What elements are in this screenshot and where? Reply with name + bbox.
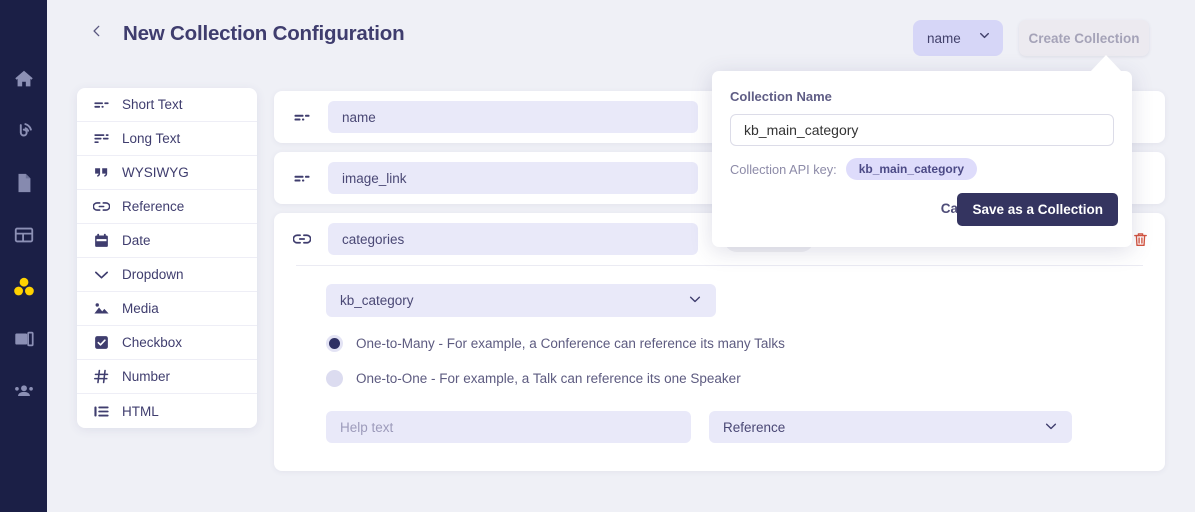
- checkbox-icon: [91, 333, 111, 353]
- name-dropdown[interactable]: name: [913, 20, 1003, 56]
- users-icon: [13, 380, 35, 402]
- type-item-checkbox[interactable]: Checkbox: [77, 326, 257, 360]
- trash-icon[interactable]: [1132, 231, 1149, 248]
- type-item-wysiwyg[interactable]: WYSIWYG: [77, 156, 257, 190]
- type-item-label: Short Text: [122, 97, 183, 112]
- popover-label: Collection Name: [730, 89, 832, 104]
- link-icon: [91, 197, 111, 217]
- type-item-label: Date: [122, 233, 151, 248]
- reference-target-select[interactable]: kb_category: [326, 284, 716, 317]
- chevron-down-icon: [1044, 419, 1058, 436]
- type-item-date[interactable]: Date: [77, 224, 257, 258]
- field-name-input[interactable]: name: [328, 101, 698, 133]
- short-text-icon: [290, 169, 314, 187]
- link-icon: [290, 230, 314, 248]
- api-key-label: Collection API key:: [730, 162, 837, 177]
- field-settings-row: Help text Reference: [326, 411, 1113, 443]
- api-key-chip: kb_main_category: [846, 158, 977, 180]
- relation-option-label: One-to-One - For example, a Talk can ref…: [356, 371, 741, 386]
- field-type-panel: Short Text Long Text WYSI: [77, 88, 257, 428]
- type-item-html[interactable]: HTML: [77, 394, 257, 428]
- type-item-label: WYSIWYG: [122, 165, 189, 180]
- type-item-number[interactable]: Number: [77, 360, 257, 394]
- reference-config-body: kb_category One-to-Many - For example, a…: [274, 266, 1165, 465]
- collection-name-popover: Collection Name kb_main_category Collect…: [712, 71, 1132, 247]
- page-header: New Collection Configuration name Create…: [47, 0, 1195, 66]
- webhook-icon: [13, 120, 35, 142]
- relation-option-one-to-one[interactable]: One-to-One - For example, a Talk can ref…: [326, 370, 1113, 387]
- field-name-input[interactable]: categories: [328, 223, 698, 255]
- reference-target-value: kb_category: [340, 293, 414, 308]
- type-item-long-text[interactable]: Long Text: [77, 122, 257, 156]
- calendar-icon: [91, 231, 111, 251]
- home-icon: [13, 68, 35, 90]
- type-item-label: HTML: [122, 404, 159, 419]
- list-icon: [91, 401, 111, 421]
- rail-item-home[interactable]: [7, 62, 41, 96]
- rail-item-media[interactable]: [7, 322, 41, 356]
- help-text-input[interactable]: Help text: [326, 411, 691, 443]
- chevron-down-icon: [978, 29, 991, 47]
- type-item-label: Number: [122, 369, 170, 384]
- rail-item-webhooks[interactable]: [7, 114, 41, 148]
- back-button[interactable]: [86, 22, 108, 44]
- save-as-collection-button[interactable]: Save as a Collection: [957, 193, 1118, 226]
- image-icon: [91, 299, 111, 319]
- type-item-media[interactable]: Media: [77, 292, 257, 326]
- relation-option-label: One-to-Many - For example, a Conference …: [356, 336, 785, 351]
- hash-icon: [91, 367, 111, 387]
- collections-cubes-icon: [12, 275, 36, 299]
- chevron-down-icon: [91, 265, 111, 285]
- type-item-label: Reference: [122, 199, 184, 214]
- app-root: New Collection Configuration name Create…: [0, 0, 1195, 512]
- short-text-icon: [91, 95, 111, 115]
- collection-name-input[interactable]: kb_main_category: [730, 114, 1114, 146]
- short-text-icon: [290, 108, 314, 126]
- chevron-down-icon: [688, 292, 702, 309]
- radio-selected-icon: [326, 335, 343, 352]
- media-gallery-icon: [13, 328, 35, 350]
- type-item-label: Dropdown: [122, 267, 184, 282]
- relation-option-one-to-many[interactable]: One-to-Many - For example, a Conference …: [326, 335, 1113, 352]
- field-type-select[interactable]: Reference: [709, 411, 1072, 443]
- rail-item-collections[interactable]: [7, 270, 41, 304]
- type-item-reference[interactable]: Reference: [77, 190, 257, 224]
- left-icon-rail: [0, 0, 47, 512]
- create-collection-button[interactable]: Create Collection: [1019, 20, 1149, 56]
- page-title: New Collection Configuration: [123, 22, 404, 46]
- type-item-dropdown[interactable]: Dropdown: [77, 258, 257, 292]
- document-icon: [13, 172, 35, 194]
- type-item-short-text[interactable]: Short Text: [77, 88, 257, 122]
- popover-arrow: [1090, 55, 1122, 72]
- long-text-icon: [91, 129, 111, 149]
- name-dropdown-value: name: [927, 31, 961, 46]
- field-type-value: Reference: [723, 420, 785, 435]
- rail-item-users[interactable]: [7, 374, 41, 408]
- chevron-left-icon: [90, 24, 104, 43]
- quote-icon: [91, 163, 111, 183]
- radio-unselected-icon: [326, 370, 343, 387]
- type-item-label: Long Text: [122, 131, 180, 146]
- rail-item-tables[interactable]: [7, 218, 41, 252]
- type-item-label: Checkbox: [122, 335, 182, 350]
- api-key-row: Collection API key: kb_main_category: [730, 158, 977, 180]
- table-icon: [13, 224, 35, 246]
- field-name-input[interactable]: image_link: [328, 162, 698, 194]
- field-card-categories: categories categories: [274, 213, 1165, 471]
- type-item-label: Media: [122, 301, 159, 316]
- rail-item-documents[interactable]: [7, 166, 41, 200]
